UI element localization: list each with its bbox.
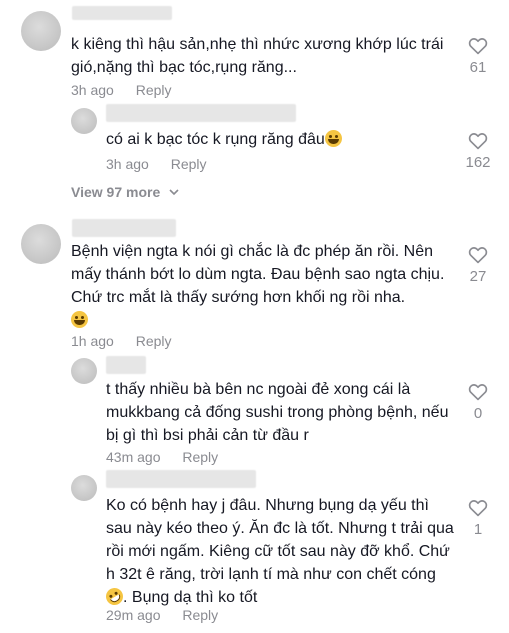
view-more-replies-button[interactable]: View 97 more	[71, 184, 179, 200]
reply-button[interactable]: Reply	[182, 607, 218, 623]
like-count: 27	[469, 268, 487, 285]
like-button[interactable]: 61	[458, 36, 498, 76]
heart-outline-icon	[468, 133, 488, 150]
comment-text: k kiêng thì hậu sản,nhẹ thì nhức xương k…	[71, 36, 444, 76]
comment-text: Bệnh viện ngta k nói gì chắc là đc phép …	[71, 240, 451, 332]
username-redacted[interactable]	[106, 470, 256, 488]
comment-meta: 29m ago Reply	[106, 607, 236, 623]
like-button[interactable]: 27	[458, 245, 498, 285]
avatar[interactable]	[71, 475, 97, 501]
comment-meta: 3h ago Reply	[106, 156, 225, 172]
avatar[interactable]	[71, 108, 97, 134]
heart-outline-icon	[468, 38, 488, 55]
reply-text: có ai k bạc tóc k rụng răng đâu	[106, 128, 446, 151]
comment-time: 3h ago	[71, 82, 114, 98]
comment-meta: 3h ago Reply	[71, 82, 190, 98]
like-count: 162	[465, 154, 491, 171]
reply-text: Ko có bệnh hay j đâu. Nhưng bụng dạ yếu …	[102, 494, 456, 609]
username-redacted[interactable]	[72, 219, 176, 237]
reply-button[interactable]: Reply	[182, 449, 218, 465]
like-button[interactable]: 1	[458, 498, 498, 538]
avatar[interactable]	[71, 358, 97, 384]
reply-text: t thấy nhiều bà bên nc ngoài đẻ xong cái…	[106, 381, 449, 444]
reply-button[interactable]: Reply	[136, 333, 172, 349]
grinning-sweat-emoji	[71, 311, 88, 328]
chevron-down-icon	[169, 189, 179, 196]
grinning-sweat-emoji	[324, 130, 342, 147]
like-count: 1	[473, 521, 483, 538]
reply-button[interactable]: Reply	[171, 156, 207, 172]
comment-time: 29m ago	[106, 607, 161, 623]
username-redacted[interactable]	[106, 104, 296, 122]
heart-outline-icon	[468, 384, 488, 401]
like-count: 0	[473, 405, 483, 422]
heart-outline-icon	[468, 247, 488, 264]
like-button[interactable]: 0	[458, 382, 498, 422]
comment-meta: 1h ago Reply	[71, 333, 190, 349]
username-redacted[interactable]	[72, 6, 172, 20]
comment-meta: 43m ago Reply	[106, 449, 236, 465]
comment-time: 43m ago	[106, 449, 161, 465]
reply-button[interactable]: Reply	[136, 82, 172, 98]
like-button[interactable]: 162	[458, 131, 498, 171]
avatar[interactable]	[21, 11, 61, 51]
comment-time: 3h ago	[106, 156, 149, 172]
heart-outline-icon	[468, 500, 488, 517]
comment-time: 1h ago	[71, 333, 114, 349]
like-count: 61	[469, 59, 487, 76]
avatar[interactable]	[21, 224, 61, 264]
username-redacted[interactable]	[106, 356, 146, 374]
